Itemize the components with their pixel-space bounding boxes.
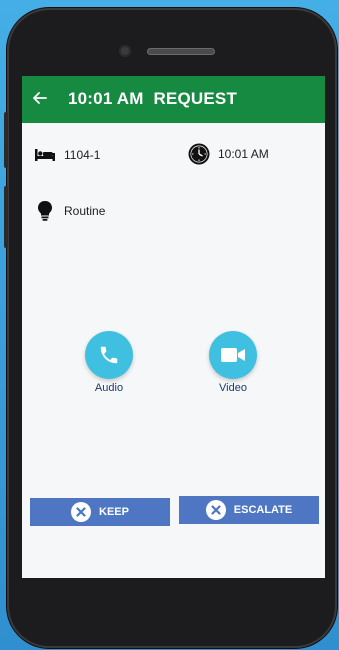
bed-icon	[34, 144, 56, 166]
priority-label: Routine	[64, 204, 106, 218]
front-camera	[119, 45, 131, 57]
audio-call-circle[interactable]	[85, 331, 133, 379]
back-arrow-icon[interactable]	[30, 88, 50, 108]
close-circle-icon	[205, 500, 226, 520]
close-circle-icon	[71, 502, 92, 522]
earpiece-speaker	[147, 48, 215, 55]
page-title: 10:01 AM REQUEST	[68, 89, 238, 108]
app-screen: 10:01 AM REQUEST 1104-1 10:01 AM Routine…	[22, 76, 325, 578]
audio-label: Audio	[94, 382, 124, 394]
volume-down-button	[4, 186, 8, 248]
escalate-button[interactable]: ESCALATE	[179, 496, 319, 524]
keep-label: KEEP	[99, 506, 129, 518]
room-number: 1104-1	[64, 148, 101, 162]
time-info: 10:01 AM	[188, 143, 269, 165]
phone-icon	[100, 346, 118, 364]
room-info: 1104-1	[34, 144, 100, 166]
lightbulb-icon	[34, 200, 56, 222]
video-call-button[interactable]: Video	[208, 331, 258, 394]
video-camera-icon	[221, 348, 245, 362]
priority-info: Routine	[34, 200, 105, 222]
app-bar: 10:01 AM REQUEST	[22, 76, 325, 123]
video-call-circle[interactable]	[209, 331, 257, 379]
request-time: 10:01 AM	[218, 147, 269, 161]
escalate-label: ESCALATE	[233, 504, 293, 516]
volume-up-button	[4, 112, 8, 168]
clock-icon	[188, 143, 210, 165]
video-label: Video	[219, 382, 247, 394]
keep-button[interactable]: KEEP	[30, 498, 170, 526]
audio-call-button[interactable]: Audio	[84, 331, 134, 394]
